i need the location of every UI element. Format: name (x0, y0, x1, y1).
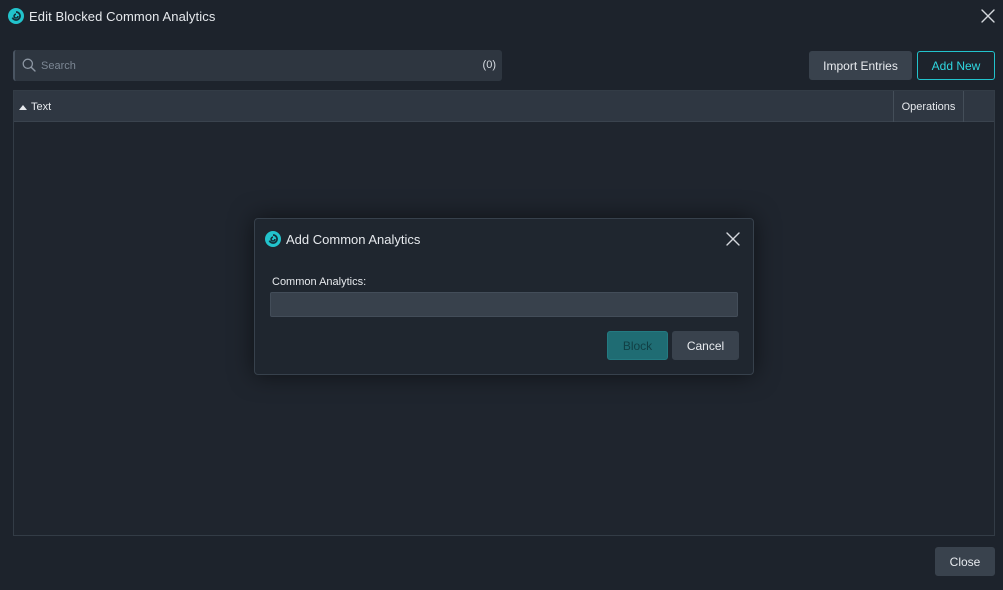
window-title: Edit Blocked Common Analytics (29, 9, 216, 24)
search-result-count: (0) (482, 59, 496, 71)
edit-blocked-window: Edit Blocked Common Analytics (0) Import… (0, 0, 1003, 590)
app-logo-icon (8, 8, 24, 24)
cancel-button[interactable]: Cancel (672, 331, 739, 360)
search-icon (22, 58, 36, 72)
add-common-analytics-dialog: Add Common Analytics Common Analytics: B… (254, 218, 754, 375)
column-header-operations: Operations (893, 91, 964, 122)
add-new-button[interactable]: Add New (917, 51, 995, 80)
title-bar: Edit Blocked Common Analytics (0, 0, 1003, 34)
close-icon[interactable] (979, 7, 997, 25)
table-header: Text Operations (14, 91, 994, 122)
dialog-title: Add Common Analytics (286, 232, 421, 247)
common-analytics-input[interactable] (270, 292, 738, 317)
close-button[interactable]: Close (935, 547, 995, 576)
column-header-text[interactable]: Text (14, 91, 51, 122)
app-logo-icon (265, 231, 281, 247)
import-entries-button[interactable]: Import Entries (809, 51, 912, 80)
search-box[interactable]: (0) (13, 50, 502, 81)
block-button[interactable]: Block (607, 331, 668, 360)
common-analytics-label: Common Analytics: (272, 276, 367, 288)
sort-ascending-icon (19, 104, 27, 110)
close-icon[interactable] (725, 231, 741, 247)
column-header-text-label: Text (31, 100, 52, 113)
search-input[interactable] (41, 50, 461, 81)
